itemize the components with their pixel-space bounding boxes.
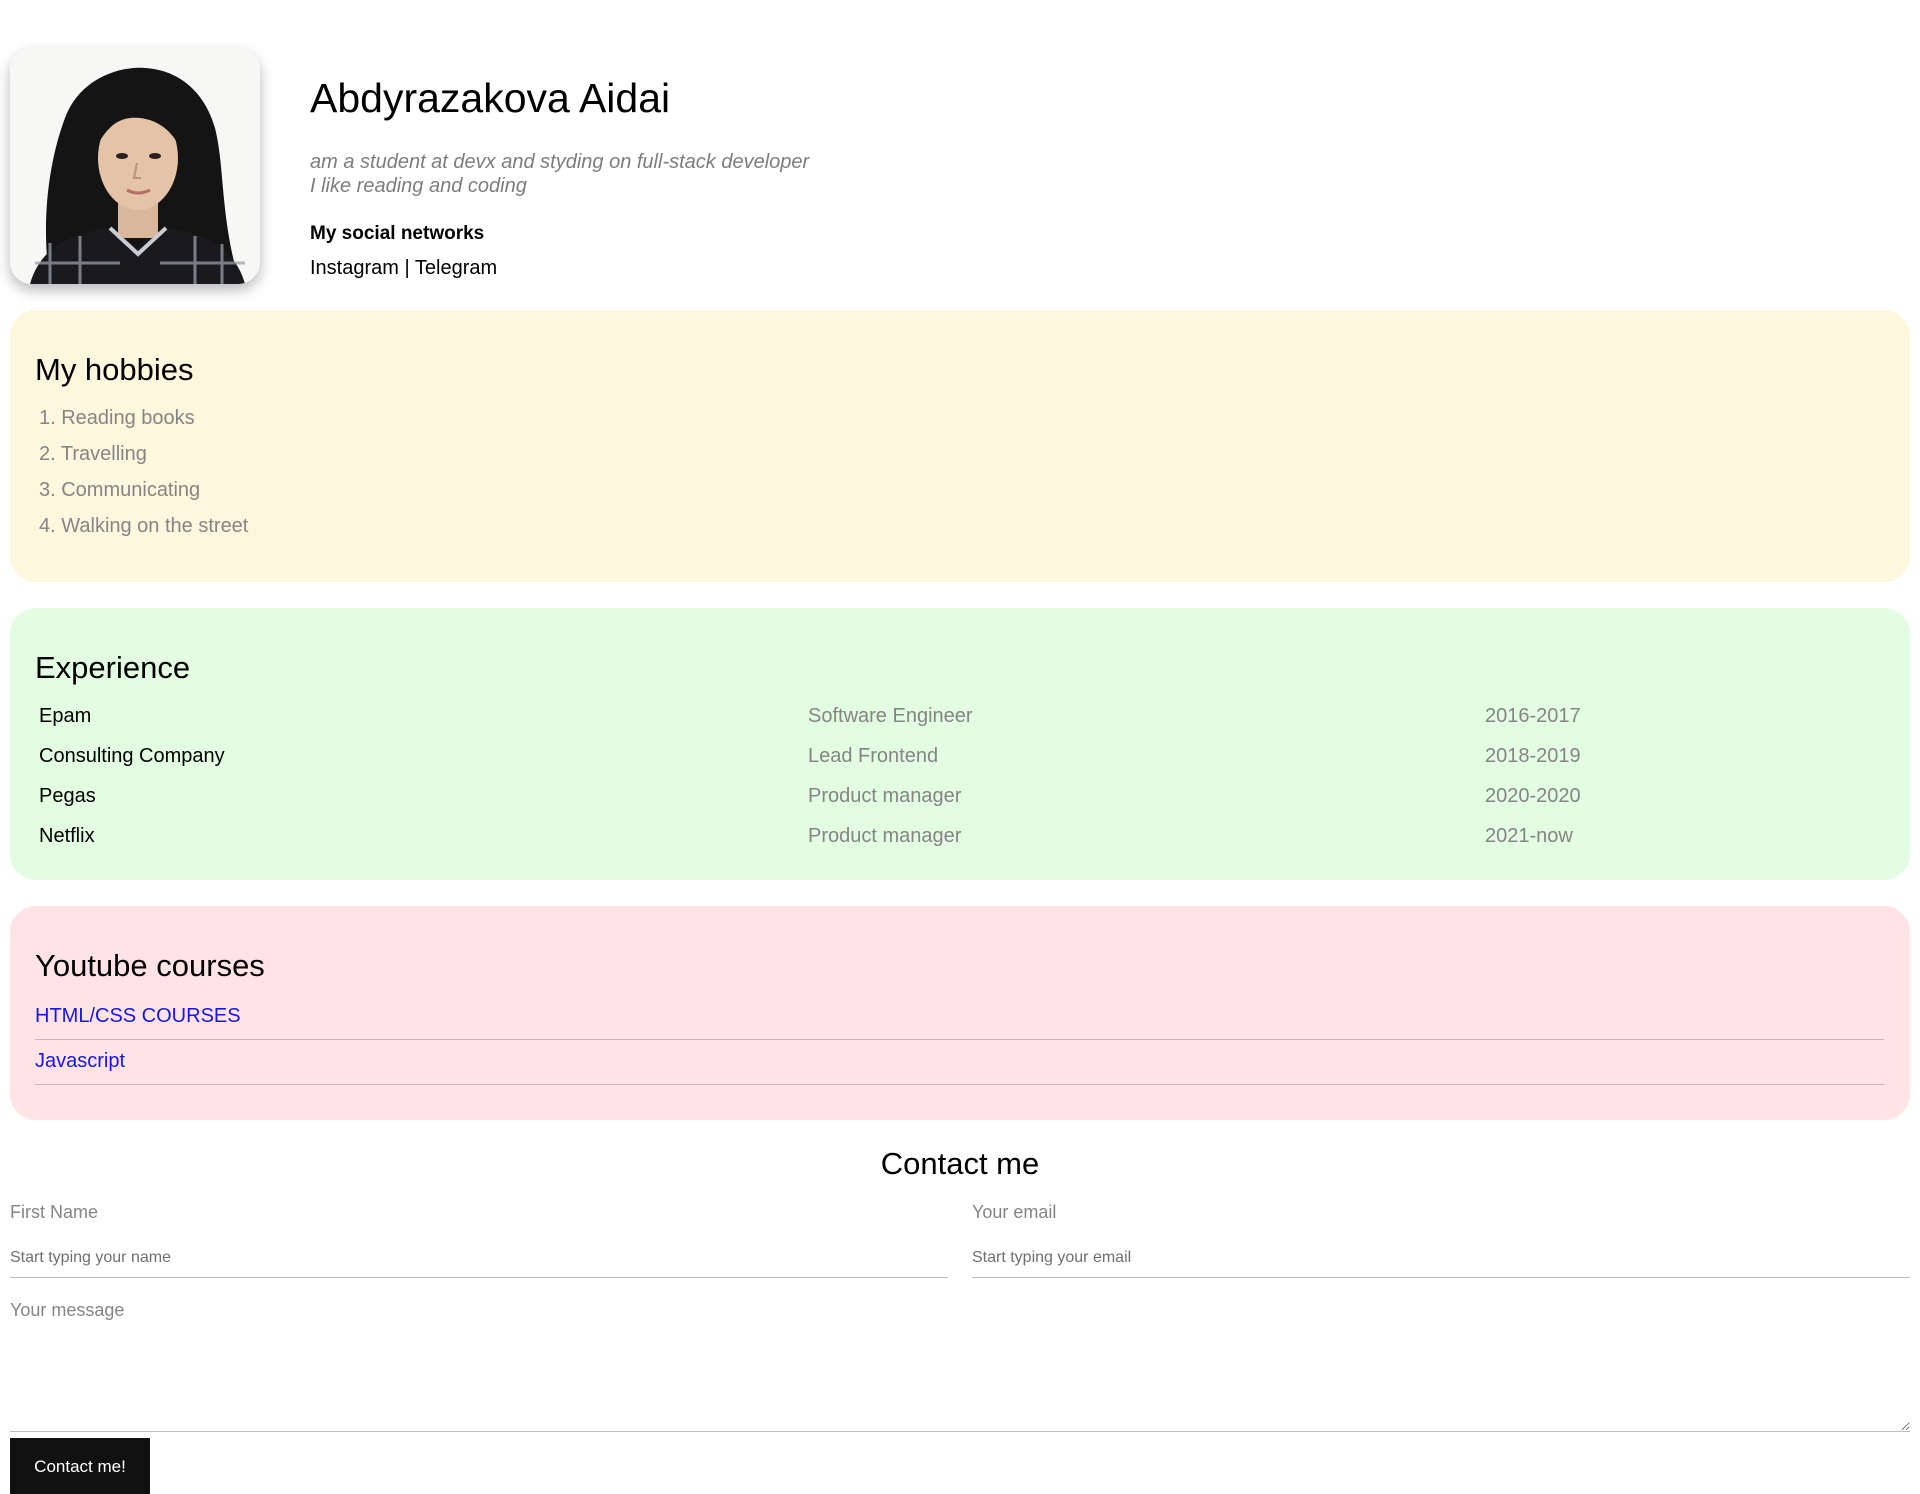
bio-line: I like reading and coding (310, 175, 527, 197)
years-cell: 2016-2017 (1485, 705, 1581, 727)
social-separator: | (398, 257, 415, 279)
contact-submit-button[interactable]: Contact me! (10, 1438, 150, 1494)
hobbies-title: My hobbies (35, 352, 194, 387)
company-cell: Consulting Company (39, 745, 225, 767)
courses-section: Youtube courses HTML/CSS COURSES Javascr… (10, 906, 1910, 1120)
company-cell: Netflix (39, 825, 95, 847)
course-link-javascript[interactable]: Javascript (35, 1041, 1884, 1085)
social-links: Instagram | Telegram (310, 256, 1210, 280)
company-cell: Pegas (39, 785, 96, 807)
years-cell: 2021-now (1485, 825, 1573, 847)
role-cell: Lead Frontend (808, 745, 939, 767)
hobby-list: 1. Reading books 2. Travelling 3. Commun… (39, 400, 1884, 544)
email-input[interactable] (972, 1238, 1910, 1278)
table-row: Epam Software Engineer 2016-2017 (39, 696, 1884, 736)
email-label: Your email (972, 1202, 1057, 1222)
hobbies-section: My hobbies 1. Reading books 2. Travellin… (10, 310, 1910, 582)
profile-bio: am a student at devx and styding on full… (310, 150, 1210, 198)
profile-info: Abdyrazakova Aidai am a student at devx … (310, 70, 1210, 280)
message-label: Your message (10, 1300, 125, 1320)
table-row: Pegas Product manager 2020-2020 (39, 776, 1884, 816)
instagram-link[interactable]: Instagram (310, 257, 399, 279)
field-row: First Name Your email (10, 1200, 1910, 1298)
experience-table: Epam Software Engineer 2016-2017 Consult… (39, 696, 1884, 856)
course-list: HTML/CSS COURSES Javascript (35, 996, 1884, 1085)
message-textarea[interactable] (10, 1322, 1910, 1432)
experience-section: Experience Epam Software Engineer 2016-2… (10, 608, 1910, 880)
years-cell: 2020-2020 (1485, 785, 1581, 807)
table-row: Consulting Company Lead Frontend 2018-20… (39, 736, 1884, 776)
role-cell: Software Engineer (808, 705, 973, 727)
avatar (10, 48, 260, 284)
courses-title: Youtube courses (35, 948, 265, 983)
table-row: Netflix Product manager 2021-now (39, 816, 1884, 856)
role-cell: Product manager (808, 825, 962, 847)
profile-name: Abdyrazakova Aidai (310, 75, 671, 121)
bio-line: am a student at devx and styding on full… (310, 151, 810, 173)
contact-form: Contact me First Name Your email Your me… (10, 1142, 1910, 1494)
first-name-input[interactable] (10, 1238, 948, 1278)
years-cell: 2018-2019 (1485, 745, 1581, 767)
social-networks-title: My social networks (310, 223, 485, 244)
list-item: 1. Reading books (39, 407, 195, 429)
contact-title: Contact me (880, 1146, 1040, 1181)
role-cell: Product manager (808, 785, 962, 807)
first-name-label: First Name (10, 1202, 99, 1222)
list-item: 3. Communicating (39, 479, 201, 501)
telegram-link[interactable]: Telegram (415, 257, 497, 279)
resume-page: Abdyrazakova Aidai am a student at devx … (10, 0, 1920, 1494)
first-name-field-group: First Name (10, 1200, 948, 1278)
profile-header: Abdyrazakova Aidai am a student at devx … (10, 0, 1920, 300)
list-item: 2. Travelling (39, 443, 147, 465)
list-item: 4. Walking on the street (39, 515, 249, 537)
experience-title: Experience (35, 650, 191, 685)
course-link-html-css[interactable]: HTML/CSS COURSES (35, 996, 1884, 1040)
company-cell: Epam (39, 705, 92, 727)
email-field-group: Your email (972, 1200, 1910, 1278)
